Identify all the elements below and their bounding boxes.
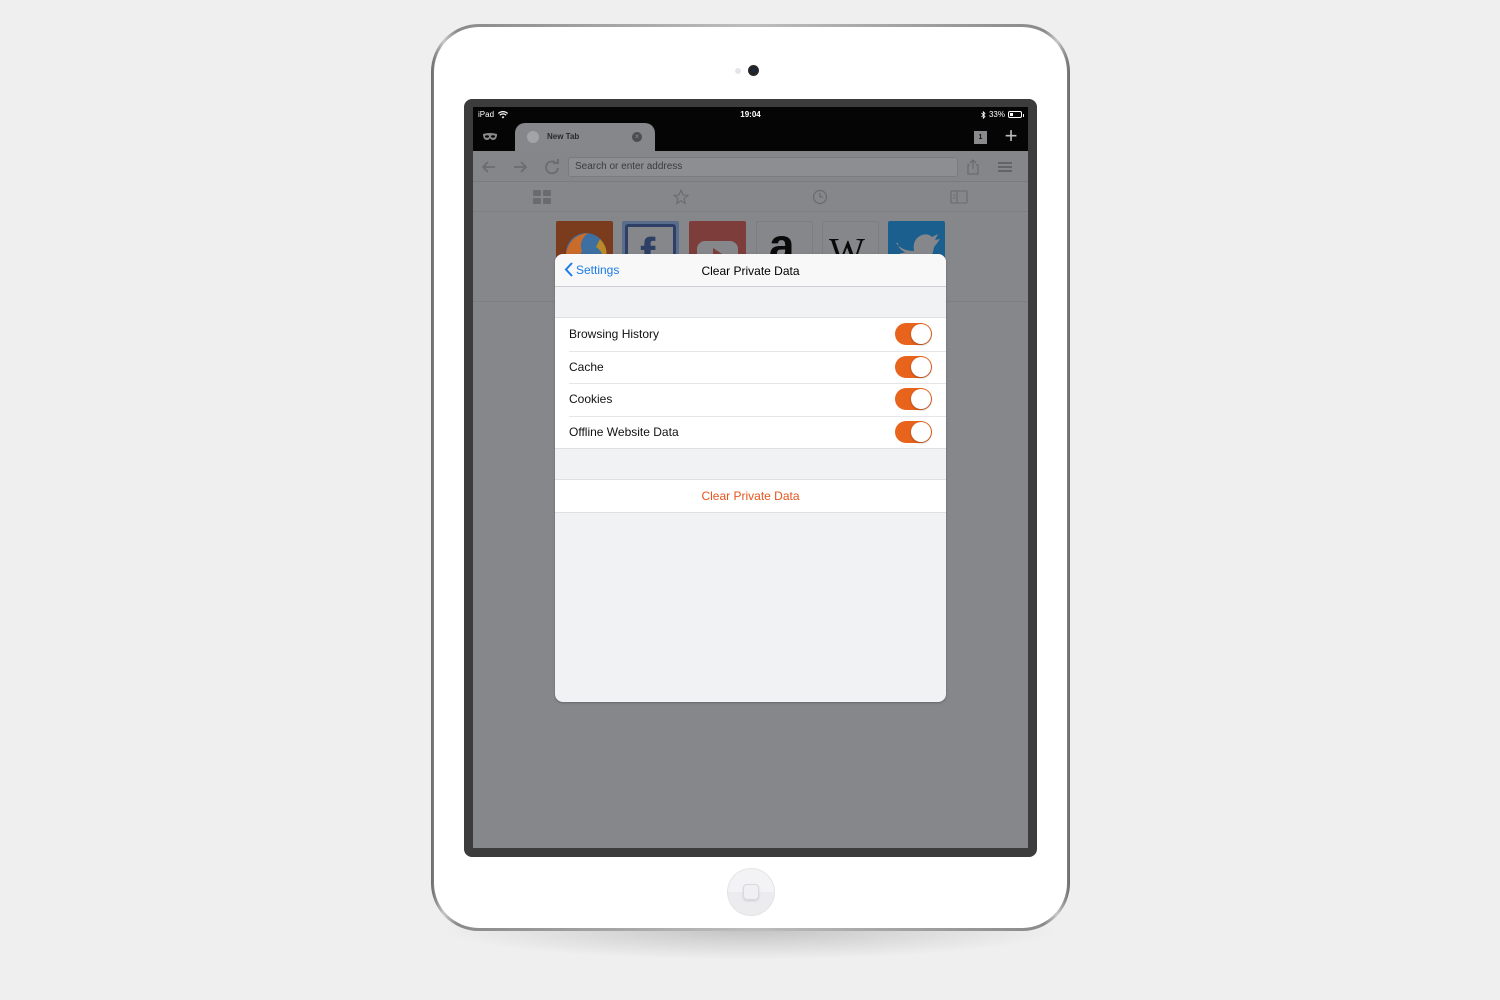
tab-new-tab[interactable]: New Tab ×: [515, 123, 655, 151]
offline-website-data-toggle[interactable]: [895, 420, 932, 443]
light-sensor: [735, 68, 741, 74]
home-button[interactable]: [727, 868, 775, 916]
battery-fill: [1010, 113, 1014, 116]
cookies-toggle[interactable]: [895, 388, 932, 410]
reading-list-icon[interactable]: [950, 189, 968, 205]
battery-icon: [1008, 111, 1024, 118]
tabs-count-button[interactable]: 1: [974, 131, 987, 144]
top-sites-icon[interactable]: [533, 189, 551, 205]
option-row-cookies: Cookies: [555, 383, 946, 416]
bluetooth-icon: [981, 110, 986, 119]
share-icon[interactable]: [964, 158, 982, 176]
new-tab-plus-icon[interactable]: +: [1002, 125, 1020, 147]
option-label: Cache: [569, 359, 604, 374]
tab-strip: New Tab × 1 +: [473, 123, 1028, 151]
battery-percent: 33%: [988, 110, 1005, 119]
status-time: 19:04: [740, 110, 761, 119]
modal-title: Clear Private Data: [701, 264, 800, 278]
toggle-knob: [911, 389, 931, 409]
option-label: Browsing History: [569, 327, 660, 342]
url-toolbar: Search or enter address: [473, 151, 1028, 182]
option-label: Cookies: [569, 392, 613, 407]
forward-arrow-icon[interactable]: [511, 158, 529, 176]
option-row-browsing-history: Browsing History: [555, 318, 946, 351]
option-row-offline-website-data: Offline Website Data: [555, 415, 946, 449]
toggle-knob: [911, 356, 931, 377]
modal-nav-bar: Settings Clear Private Data: [555, 254, 946, 287]
clear-private-data-modal: Settings Clear Private Data Browsing His…: [555, 254, 946, 702]
tab-close-icon[interactable]: ×: [632, 132, 642, 142]
clear-action-group: Clear Private Data: [555, 479, 946, 513]
history-clock-icon[interactable]: [811, 189, 829, 205]
clear-private-data-button[interactable]: Clear Private Data: [555, 480, 946, 512]
screen: iPad 19:04 33% New Tab × 1 + Search or e…: [473, 107, 1028, 848]
option-row-cache: Cache: [555, 350, 946, 384]
toggle-knob: [911, 324, 931, 344]
home-square-icon: [743, 884, 759, 900]
option-label: Offline Website Data: [569, 424, 679, 439]
cache-toggle[interactable]: [895, 355, 932, 378]
front-camera-icon: [748, 65, 759, 76]
back-arrow-icon[interactable]: [480, 158, 498, 176]
address-input[interactable]: Search or enter address: [568, 157, 958, 177]
reload-icon[interactable]: [543, 158, 561, 176]
home-panel-tabs: [473, 183, 1028, 212]
toggle-knob: [911, 421, 931, 442]
menu-icon[interactable]: [996, 158, 1014, 176]
tab-title: New Tab: [547, 132, 580, 141]
bookmarks-star-icon[interactable]: [672, 189, 690, 205]
globe-icon: [527, 131, 539, 143]
status-bar: iPad 19:04 33%: [473, 107, 1028, 123]
private-mask-icon[interactable]: [482, 132, 498, 142]
browsing-history-toggle[interactable]: [895, 323, 932, 345]
data-options-list: Browsing History Cache Cookies Offline W…: [555, 317, 946, 449]
